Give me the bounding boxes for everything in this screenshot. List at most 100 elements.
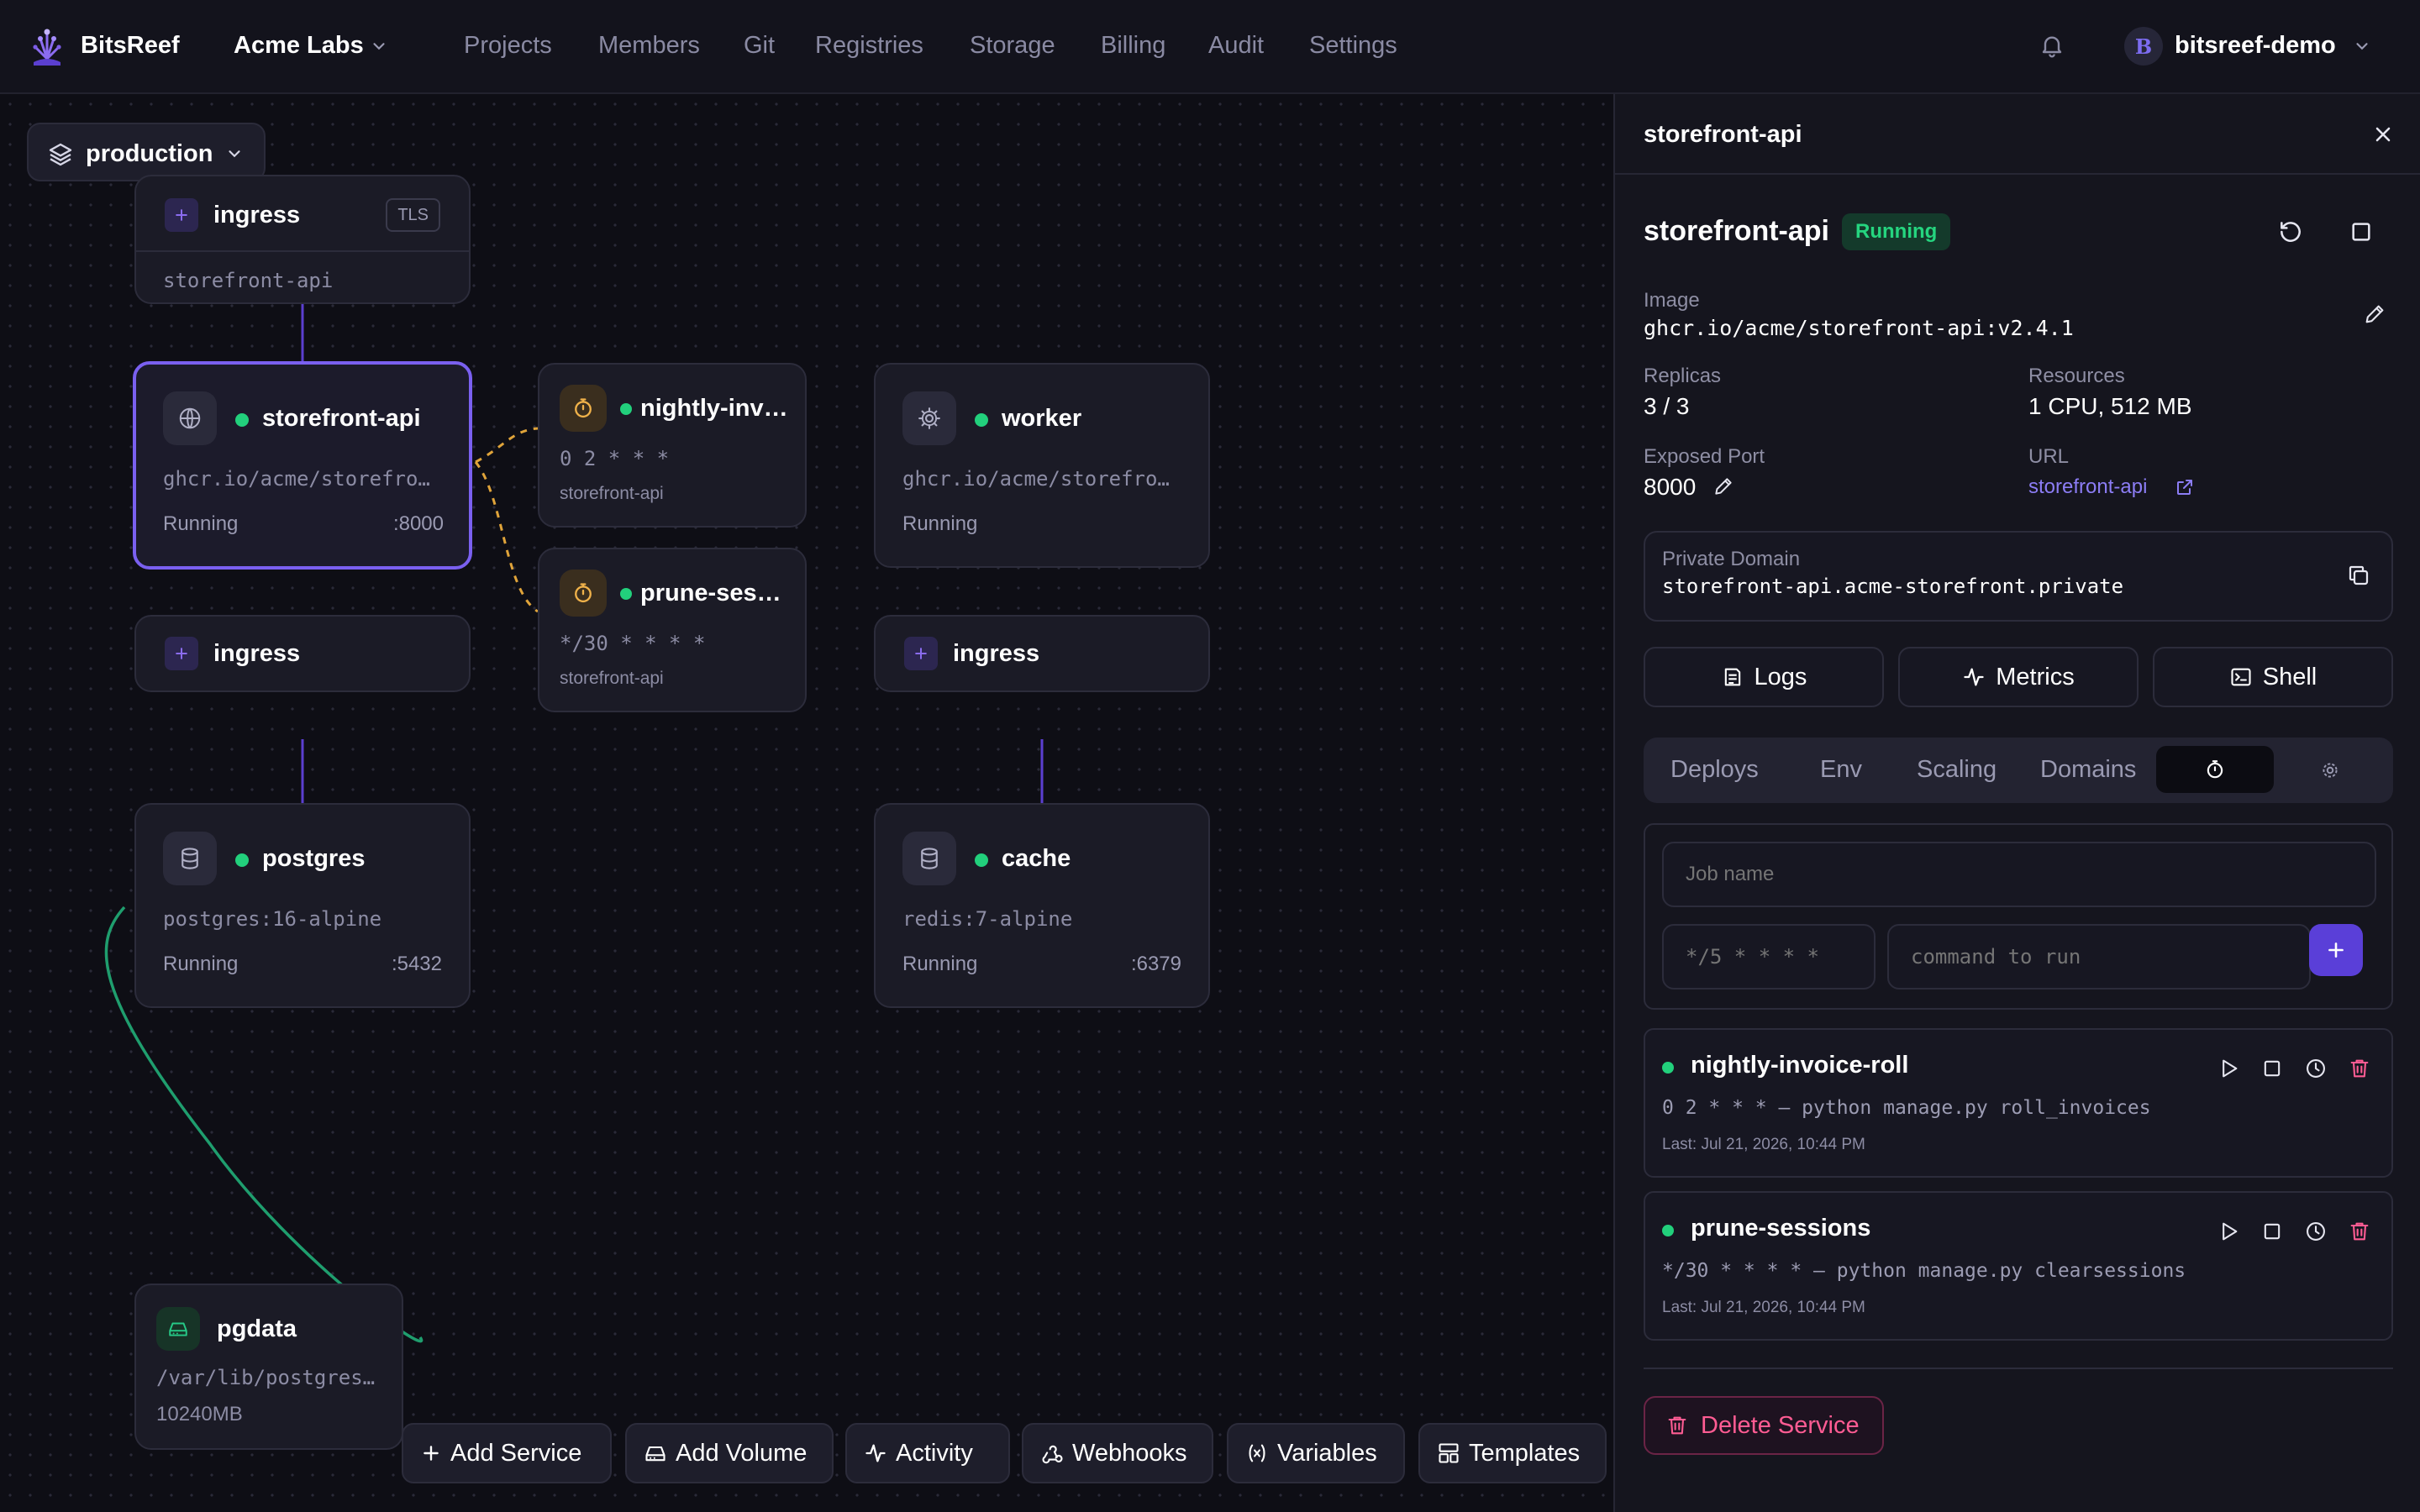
card-name: ingress	[953, 640, 1040, 667]
chevron-down-icon[interactable]	[2353, 37, 2371, 55]
brand-name[interactable]: BitsReef	[81, 32, 180, 60]
gear-icon	[902, 391, 956, 445]
port-label: Exposed Port	[1644, 445, 1765, 468]
logs-button[interactable]: Logs	[1644, 647, 1884, 707]
nav-settings[interactable]: Settings	[1309, 32, 1397, 60]
add-volume-button[interactable]: Add Volume	[625, 1423, 834, 1483]
tab-domains[interactable]: Domains	[2040, 756, 2136, 784]
templates-button[interactable]: Templates	[1418, 1423, 1607, 1483]
job-schedule-input[interactable]	[1662, 924, 1876, 990]
nav-storage[interactable]: Storage	[970, 32, 1055, 60]
card-status: Running	[902, 953, 978, 975]
job-name-input[interactable]	[1662, 842, 2376, 907]
nav-projects[interactable]: Projects	[464, 32, 552, 60]
nav-git[interactable]: Git	[744, 32, 775, 60]
variables-button[interactable]: Variables	[1227, 1423, 1405, 1483]
metrics-button[interactable]: Metrics	[1898, 647, 2139, 707]
service-detail-panel: storefront-api storefront-api Running Im…	[1613, 94, 2420, 1512]
delete-service-button[interactable]: Delete Service	[1644, 1396, 1884, 1455]
close-icon[interactable]	[2371, 123, 2395, 146]
nav-billing[interactable]: Billing	[1101, 32, 1165, 60]
ingress-card[interactable]: ingress	[874, 615, 1210, 692]
username[interactable]: bitsreef-demo	[2175, 32, 2336, 60]
job-command: 0 2 * * * — python manage.py roll_invoic…	[1662, 1097, 2151, 1119]
history-icon[interactable]	[2304, 1057, 2328, 1080]
activity-button[interactable]: Activity	[845, 1423, 1010, 1483]
service-canvas[interactable]: production ingress TLS storefront-api st…	[0, 94, 1613, 1512]
bell-icon[interactable]	[2039, 32, 2065, 59]
org-switcher[interactable]: Acme Labs	[234, 32, 364, 60]
tab-cron-jobs[interactable]	[2156, 746, 2274, 793]
card-name: cache	[1002, 845, 1071, 872]
ingress-card-tls[interactable]: ingress TLS storefront-api	[134, 175, 471, 304]
environment-selector[interactable]: production	[27, 123, 266, 181]
plus-icon[interactable]	[165, 637, 198, 670]
trash-icon[interactable]	[2348, 1057, 2371, 1080]
service-card-storefront-api[interactable]: storefront-api ghcr.io/acme/storefro… Ru…	[133, 361, 472, 570]
card-port: :5432	[391, 953, 442, 975]
plus-icon	[2328, 942, 2344, 958]
stop-icon[interactable]	[2260, 1057, 2284, 1080]
status-dot	[975, 413, 988, 427]
stopwatch-icon	[560, 570, 607, 617]
ingress-card[interactable]: ingress	[134, 615, 471, 692]
status-dot	[620, 588, 632, 600]
private-domain-box: Private Domain storefront-api.acme-store…	[1644, 531, 2393, 622]
service-card-worker[interactable]: worker ghcr.io/acme/storefro… Running	[874, 363, 1210, 568]
copy-icon[interactable]	[2346, 563, 2371, 588]
history-icon[interactable]	[2304, 1220, 2328, 1243]
avatar[interactable]: B	[2124, 27, 2163, 66]
tab-scaling[interactable]: Scaling	[1917, 756, 1996, 784]
status-dot	[1662, 1062, 1674, 1074]
url-link[interactable]: storefront-api	[2028, 475, 2147, 499]
add-service-button[interactable]: Add Service	[402, 1423, 612, 1483]
nav-audit[interactable]: Audit	[1208, 32, 1264, 60]
pencil-icon[interactable]	[1712, 475, 1734, 497]
add-job-button[interactable]	[2309, 924, 2363, 976]
shell-button[interactable]: Shell	[2153, 647, 2393, 707]
plus-icon[interactable]	[904, 637, 938, 670]
card-name: postgres	[262, 845, 366, 872]
play-icon[interactable]	[2217, 1220, 2240, 1243]
job-schedule: */30 * * * *	[1662, 1260, 1802, 1282]
service-title: storefront-api	[1644, 215, 1829, 247]
job-command-text: python manage.py clearsessions	[1836, 1260, 2186, 1282]
volume-path: /var/lib/postgres…	[156, 1366, 376, 1389]
chevron-down-icon[interactable]	[370, 37, 388, 55]
image-value: ghcr.io/acme/storefront-api:v2.4.1	[1644, 316, 2074, 340]
card-status: Running	[163, 512, 239, 535]
panel-title: storefront-api	[1644, 121, 1802, 148]
webhooks-button[interactable]: Webhooks	[1022, 1423, 1213, 1483]
stop-icon[interactable]	[2260, 1220, 2284, 1243]
external-link-icon[interactable]	[2175, 477, 2195, 497]
cron-schedule: */30 * * * *	[560, 632, 706, 655]
restart-icon[interactable]	[2277, 218, 2304, 245]
job-name: nightly-invoice-roll	[1691, 1052, 1909, 1079]
webhook-icon	[1042, 1445, 1063, 1464]
volume-card-pgdata[interactable]: pgdata /var/lib/postgres… 10240MB	[134, 1284, 403, 1450]
nav-registries[interactable]: Registries	[815, 32, 923, 60]
cron-service: storefront-api	[560, 484, 664, 503]
plus-icon[interactable]	[165, 198, 198, 232]
stop-icon[interactable]	[2348, 218, 2375, 245]
trash-icon	[1668, 1416, 1686, 1435]
gear-icon[interactable]	[2319, 759, 2341, 781]
service-card-postgres[interactable]: postgres postgres:16-alpine Running :543…	[134, 803, 471, 1008]
status-dot	[975, 853, 988, 867]
ingress-target: storefront-api	[163, 269, 334, 292]
pencil-icon[interactable]	[2363, 302, 2386, 326]
hard-drive-icon	[156, 1307, 200, 1351]
tls-badge: TLS	[386, 198, 440, 232]
play-icon[interactable]	[2217, 1057, 2240, 1080]
cron-card-nightly[interactable]: nightly-inv… 0 2 * * * storefront-api	[538, 363, 807, 528]
trash-icon[interactable]	[2348, 1220, 2371, 1243]
tab-env[interactable]: Env	[1820, 756, 1862, 784]
tab-deploys[interactable]: Deploys	[1670, 756, 1759, 784]
job-last-run: Last: Jul 21, 2026, 10:44 PM	[1662, 1136, 1865, 1153]
service-card-cache[interactable]: cache redis:7-alpine Running :6379	[874, 803, 1210, 1008]
bitsreef-logo-icon[interactable]	[30, 25, 64, 69]
nav-members[interactable]: Members	[598, 32, 700, 60]
url-label: URL	[2028, 445, 2070, 468]
job-command-input[interactable]	[1887, 924, 2311, 990]
cron-card-prune[interactable]: prune-ses… */30 * * * * storefront-api	[538, 548, 807, 712]
